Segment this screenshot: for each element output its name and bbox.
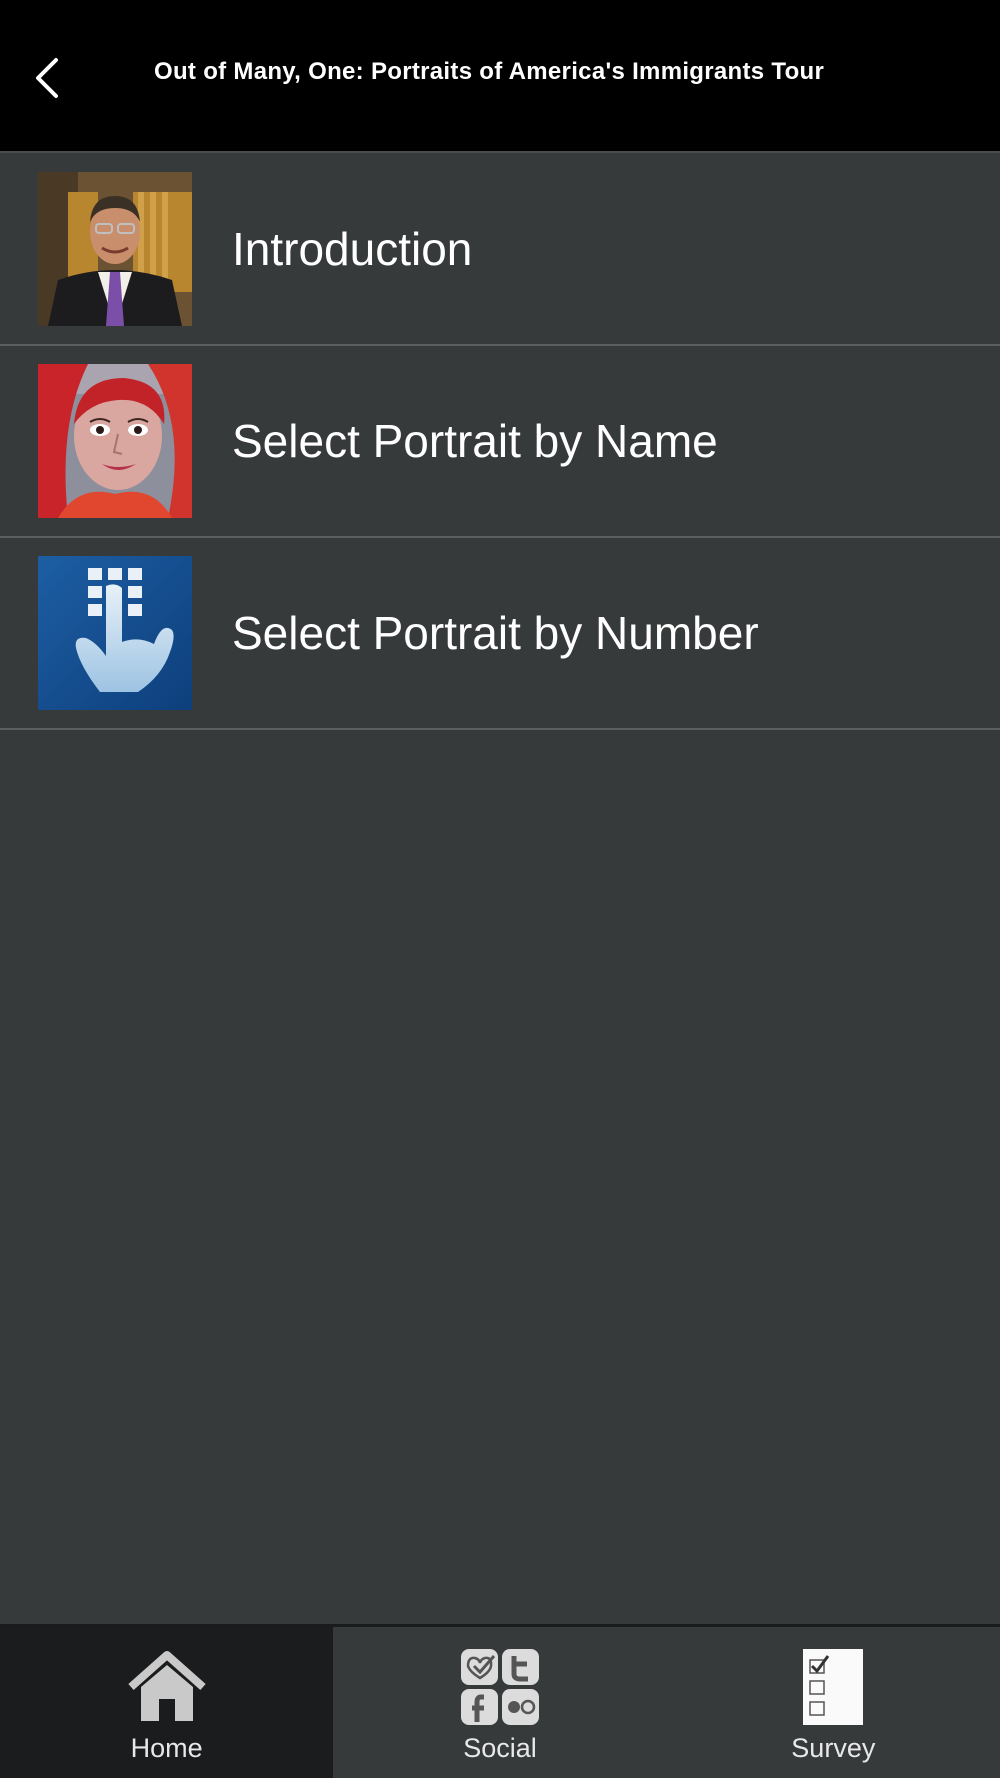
menu-item-label: Select Portrait by Number (232, 607, 759, 659)
app-header: Out of Many, One: Portraits of America's… (0, 0, 1000, 153)
back-button[interactable] (22, 48, 72, 108)
tab-label: Survey (791, 1733, 876, 1763)
page-title: Out of Many, One: Portraits of America's… (154, 58, 825, 85)
bottom-tab-bar: Home Social Survey (0, 1624, 1000, 1778)
tab-social[interactable]: Social (333, 1627, 667, 1778)
tab-label: Home (130, 1733, 203, 1763)
chevron-left-icon (36, 58, 58, 98)
tab-label: Social (463, 1733, 537, 1763)
menu-item-select-by-number[interactable]: Select Portrait by Number (0, 538, 1000, 730)
menu-item-introduction[interactable]: Introduction (0, 154, 1000, 346)
home-icon (127, 1647, 207, 1727)
menu-item-label: Introduction (232, 223, 473, 275)
menu-list: Introduction Select Portrait by Name Sel… (0, 154, 1000, 730)
menu-item-select-by-name[interactable]: Select Portrait by Name (0, 346, 1000, 538)
tab-survey[interactable]: Survey (666, 1627, 1000, 1778)
keypad-finger-icon (38, 556, 192, 710)
painted-portrait-woman (38, 364, 192, 518)
menu-item-label: Select Portrait by Name (232, 415, 718, 467)
tab-home[interactable]: Home (0, 1627, 334, 1778)
survey-checklist-icon (802, 1647, 864, 1727)
social-icons (460, 1647, 540, 1727)
portrait-photo-man (38, 172, 192, 326)
